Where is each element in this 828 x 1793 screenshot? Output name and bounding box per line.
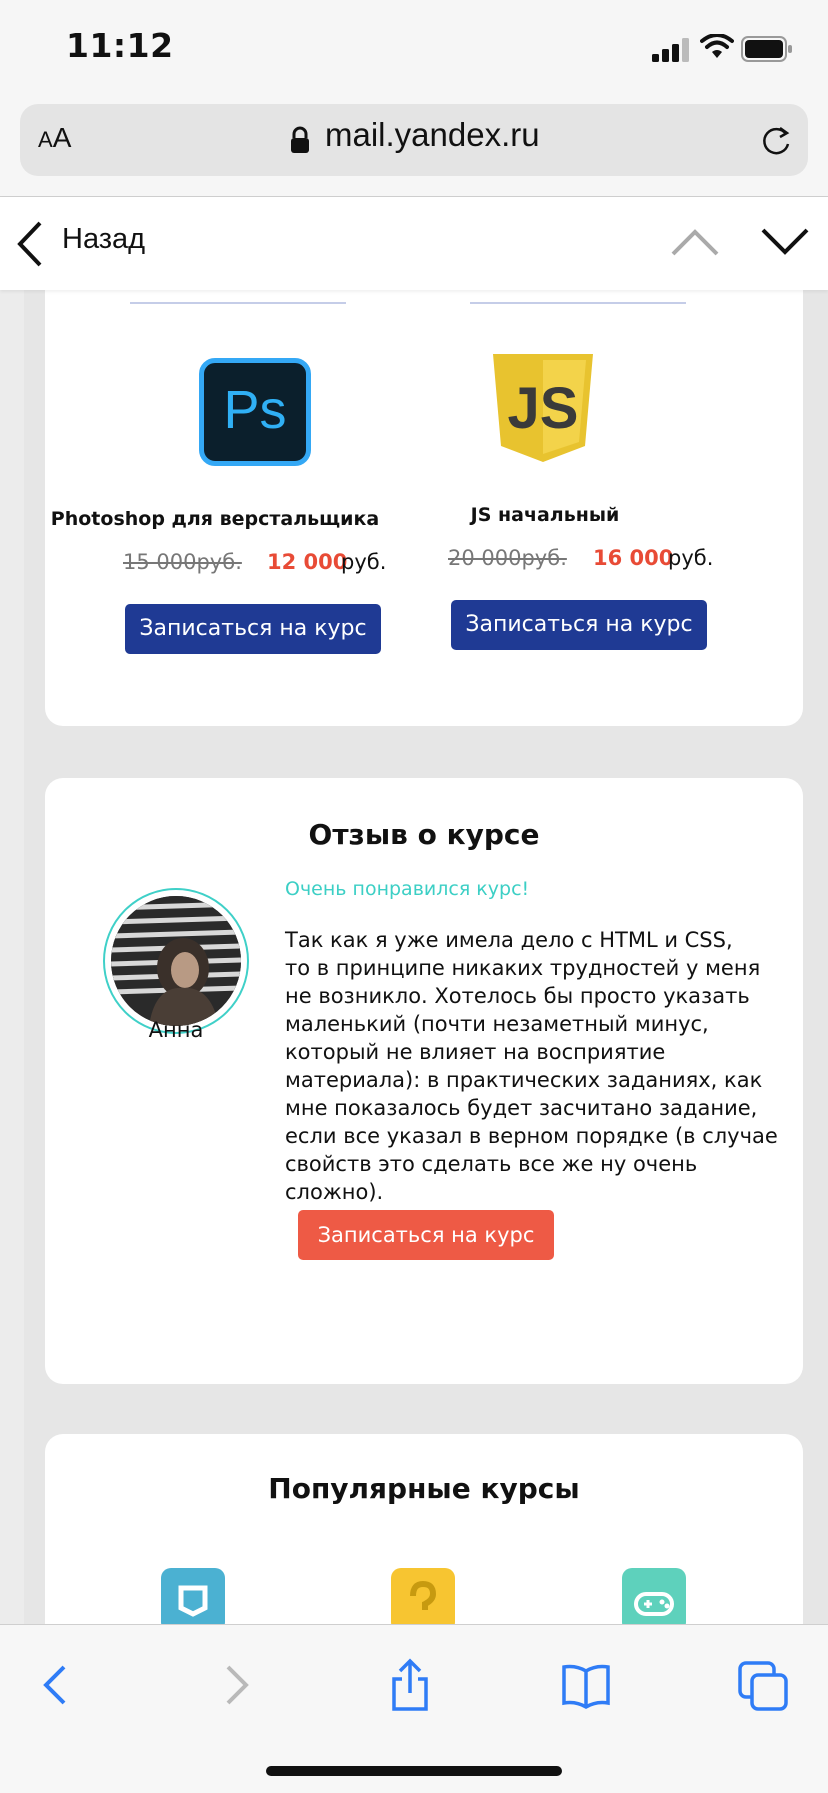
email-body: Ps Photoshop для верстальщика 15 000руб.… — [0, 290, 828, 1624]
lock-icon — [291, 126, 309, 153]
url-field[interactable]: AA mail.yandex.ru — [20, 104, 808, 176]
course-item: JS JS начальный 20 000руб. 16 000 руб. З… — [385, 290, 725, 726]
photoshop-logo-icon: Ps — [199, 358, 311, 466]
svg-text:JS: JS — [508, 376, 579, 441]
course-item: Ps Photoshop для верстальщика 15 000руб.… — [45, 290, 387, 726]
browser-forward-icon[interactable] — [208, 1657, 264, 1713]
old-price: 20 000руб. — [448, 546, 567, 570]
avatar — [103, 888, 249, 1034]
share-icon[interactable] — [382, 1657, 438, 1713]
battery-icon — [741, 36, 792, 62]
enroll-button[interactable]: Записаться на курс — [451, 600, 707, 650]
reviewer-name: Анна — [148, 1018, 204, 1042]
chevron-left-icon[interactable] — [14, 219, 46, 269]
chevron-up-icon[interactable] — [670, 227, 720, 257]
wifi-icon — [700, 34, 734, 58]
popular-courses-card: Популярные курсы — [45, 1434, 803, 1624]
status-time: 11:12 — [66, 26, 174, 65]
enroll-button-red[interactable]: Записаться на курс — [298, 1210, 554, 1260]
javascript-logo-icon: JS — [493, 354, 593, 462]
tabs-icon[interactable] — [736, 1657, 792, 1713]
home-indicator — [266, 1766, 562, 1776]
bookmarks-icon[interactable] — [558, 1657, 614, 1713]
courses-card: Ps Photoshop для верстальщика 15 000руб.… — [45, 290, 803, 726]
review-headline: Очень понравился курс! — [285, 878, 530, 900]
text-size-button[interactable]: AA — [38, 122, 71, 154]
course-title: JS начальный — [470, 504, 620, 526]
status-bar: 11:12 — [0, 0, 828, 96]
url-text: mail.yandex.ru — [325, 116, 540, 153]
review-text: Так как я уже имела дело с HTML и CSS, т… — [285, 928, 778, 1204]
review-title: Отзыв о курсе — [308, 818, 540, 851]
course-icon-html[interactable] — [161, 1568, 225, 1624]
left-gutter — [0, 290, 24, 1624]
course-title: Photoshop для верстальщика — [50, 508, 380, 530]
old-price: 15 000руб. — [123, 550, 242, 574]
popular-title: Популярные курсы — [268, 1472, 580, 1505]
enroll-button[interactable]: Записаться на курс — [125, 604, 381, 654]
new-price: 16 000 — [593, 546, 674, 570]
currency: руб. — [668, 546, 714, 570]
avatar-photo — [111, 896, 241, 1026]
back-button[interactable]: Назад — [62, 223, 145, 256]
browser-address-bar: AA mail.yandex.ru — [0, 96, 828, 197]
currency: руб. — [341, 550, 387, 574]
course-icon-gamepad[interactable] — [622, 1568, 686, 1624]
browser-back-icon[interactable] — [30, 1657, 86, 1713]
mail-nav-bar: Назад — [0, 197, 828, 290]
reload-icon[interactable] — [758, 122, 794, 158]
new-price: 12 000 — [267, 550, 348, 574]
course-icon-question[interactable] — [391, 1568, 455, 1624]
chevron-down-icon[interactable] — [760, 227, 810, 257]
review-card: Отзыв о курсе Анна Очень понравился курс… — [45, 778, 803, 1384]
cellular-signal-icon — [652, 38, 689, 62]
